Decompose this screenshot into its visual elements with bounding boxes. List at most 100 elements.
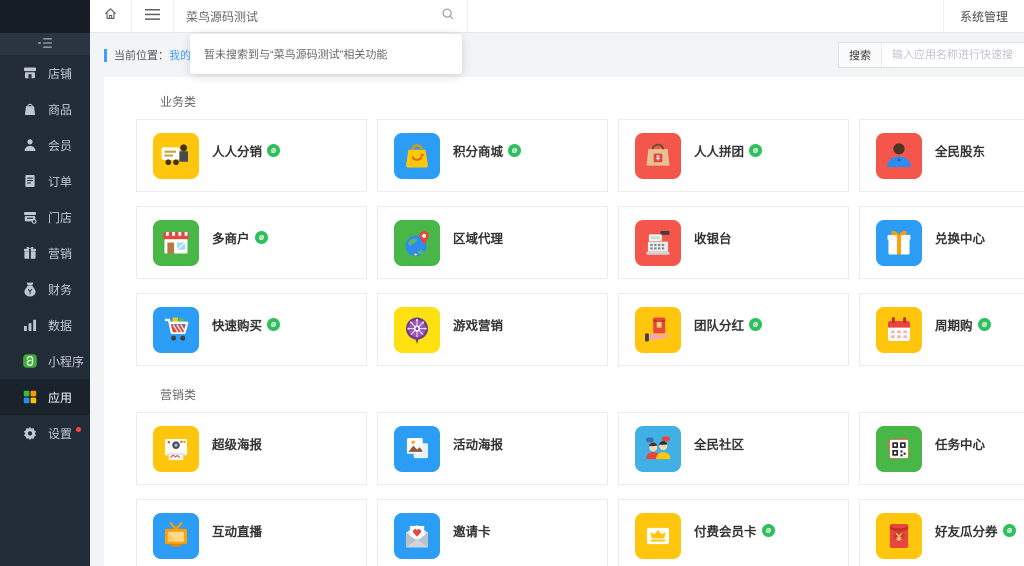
sidebar-logo-area [0, 0, 90, 33]
search-icon[interactable] [441, 7, 455, 26]
invite-card-icon [394, 513, 440, 559]
app-card-好友瓜分券[interactable]: 好友瓜分券 [859, 499, 1024, 566]
activity-poster-icon [394, 426, 440, 472]
app-card-人人拼团[interactable]: 人人拼团 [618, 119, 849, 192]
sidebar-item-label: 数据 [48, 317, 72, 334]
app-card-多商户[interactable]: 多商户 [136, 206, 367, 279]
task-qr-icon [876, 426, 922, 472]
community-icon [635, 426, 681, 472]
sidebar-item-门店[interactable]: 门店 [0, 199, 90, 235]
app-card-全民股东[interactable]: 全民股东 [859, 119, 1024, 192]
sidebar-item-label: 小程序 [48, 353, 84, 370]
toggle-menu-button[interactable] [132, 0, 174, 32]
game-wheel-icon [394, 307, 440, 353]
notification-dot [76, 427, 81, 432]
apps-panel: 业务类人人分销 积分商城 人人拼团 全民股东多商户 区域代理收银台 兑换中心快速购买 游戏营… [104, 77, 1024, 566]
store-icon [22, 209, 38, 225]
sidebar-item-label: 设置 [48, 425, 72, 442]
paid-member-icon [635, 513, 681, 559]
order-icon [22, 173, 38, 189]
sidebar-item-营销[interactable]: 营销 [0, 235, 90, 271]
enabled-badge-icon [749, 318, 762, 331]
app-card-周期购[interactable]: 周期购 [859, 293, 1024, 366]
sidebar-item-订单[interactable]: 订单 [0, 163, 90, 199]
app-card-收银台[interactable]: 收银台 [618, 206, 849, 279]
home-button[interactable] [90, 0, 132, 32]
sidebar-item-小程序[interactable]: 小程序 [0, 343, 90, 379]
marketing-icon [22, 245, 38, 261]
sidebar-item-应用[interactable]: 应用 [0, 379, 90, 415]
app-card-任务中心[interactable]: 任务中心 [859, 412, 1024, 485]
app-name: 超级海报 [212, 434, 262, 453]
member-icon [22, 137, 38, 153]
enabled-badge-icon [762, 524, 775, 537]
topbar-spacer [468, 0, 943, 32]
team-dividend-icon [635, 307, 681, 353]
search-no-result-message: 暂未搜索到与“菜鸟源码测试”相关功能 [204, 46, 387, 62]
app-search-button[interactable]: 搜索 [839, 43, 882, 67]
breadcrumb-link[interactable]: 我的 [169, 47, 191, 63]
app-name: 团队分红 [694, 315, 744, 334]
app-card-全民社区[interactable]: 全民社区 [618, 412, 849, 485]
app-name: 快速购买 [212, 315, 262, 334]
apps-icon [22, 389, 38, 405]
app-grid: 人人分销 积分商城 人人拼团 全民股东多商户 区域代理收银台 兑换中心快速购买 游戏营销 团队… [136, 119, 1024, 366]
breadcrumb-prefix: 当前位置： [114, 47, 169, 63]
sidebar-item-label: 财务 [48, 281, 72, 298]
app-quick-search: 搜索 [838, 42, 1024, 68]
app-search-input[interactable] [882, 43, 1024, 67]
app-card-付费会员卡[interactable]: 付费会员卡 [618, 499, 849, 566]
data-icon [22, 317, 38, 333]
section-title: 业务类 [160, 93, 1024, 110]
app-name: 周期购 [935, 315, 973, 334]
enabled-badge-icon [267, 318, 280, 331]
sidebar-item-商品[interactable]: 商品 [0, 91, 90, 127]
app-card-游戏营销[interactable]: 游戏营销 [377, 293, 608, 366]
app-name: 游戏营销 [453, 315, 503, 334]
app-card-积分商城[interactable]: 积分商城 [377, 119, 608, 192]
region-agent-icon [394, 220, 440, 266]
sidebar-item-设置[interactable]: 设置 [0, 415, 90, 451]
app-name: 好友瓜分券 [935, 521, 998, 540]
settings-icon [22, 425, 38, 441]
app-name: 全民社区 [694, 434, 744, 453]
main-content: 当前位置： 我的 搜索 业务类人人分销 积分商城 人人拼团 全民股东多商户 区域代理收银… [90, 33, 1024, 566]
app-card-邀请卡[interactable]: 邀请卡 [377, 499, 608, 566]
app-card-兑换中心[interactable]: 兑换中心 [859, 206, 1024, 279]
sidebar-item-店铺[interactable]: 店铺 [0, 55, 90, 91]
enabled-badge-icon [1003, 524, 1016, 537]
sidebar-item-财务[interactable]: 财务 [0, 271, 90, 307]
app-card-区域代理[interactable]: 区域代理 [377, 206, 608, 279]
app-card-超级海报[interactable]: 超级海报 [136, 412, 367, 485]
sidebar-item-label: 商品 [48, 101, 72, 118]
app-name: 积分商城 [453, 141, 503, 160]
sidebar-item-label: 营销 [48, 245, 72, 262]
sidebar-item-label: 店铺 [48, 65, 72, 82]
multi-merchant-icon [153, 220, 199, 266]
collapse-sidebar-button[interactable] [0, 33, 90, 55]
enabled-badge-icon [978, 318, 991, 331]
app-card-活动海报[interactable]: 活动海报 [377, 412, 608, 485]
app-name: 互动直播 [212, 521, 262, 540]
sidebar-item-label: 订单 [48, 173, 72, 190]
shareholder-icon [876, 133, 922, 179]
points-mall-icon [394, 133, 440, 179]
global-search-input[interactable] [186, 9, 441, 23]
app-name: 邀请卡 [453, 521, 491, 540]
app-name: 多商户 [212, 228, 250, 247]
enabled-badge-icon [749, 144, 762, 157]
app-card-快速购买[interactable]: 快速购买 [136, 293, 367, 366]
app-card-团队分红[interactable]: 团队分红 [618, 293, 849, 366]
app-name: 活动海报 [453, 434, 503, 453]
app-name: 兑换中心 [935, 228, 985, 247]
topbar: 系统管理 [90, 0, 1024, 33]
system-management-menu[interactable]: 系统管理 [943, 0, 1024, 32]
app-card-人人分销[interactable]: 人人分销 [136, 119, 367, 192]
groupon-icon [635, 133, 681, 179]
distribution-icon [153, 133, 199, 179]
shop-icon [22, 65, 38, 81]
sidebar-item-数据[interactable]: 数据 [0, 307, 90, 343]
sidebar-item-会员[interactable]: 会员 [0, 127, 90, 163]
app-card-互动直播[interactable]: 互动直播 [136, 499, 367, 566]
app-name: 人人拼团 [694, 141, 744, 160]
